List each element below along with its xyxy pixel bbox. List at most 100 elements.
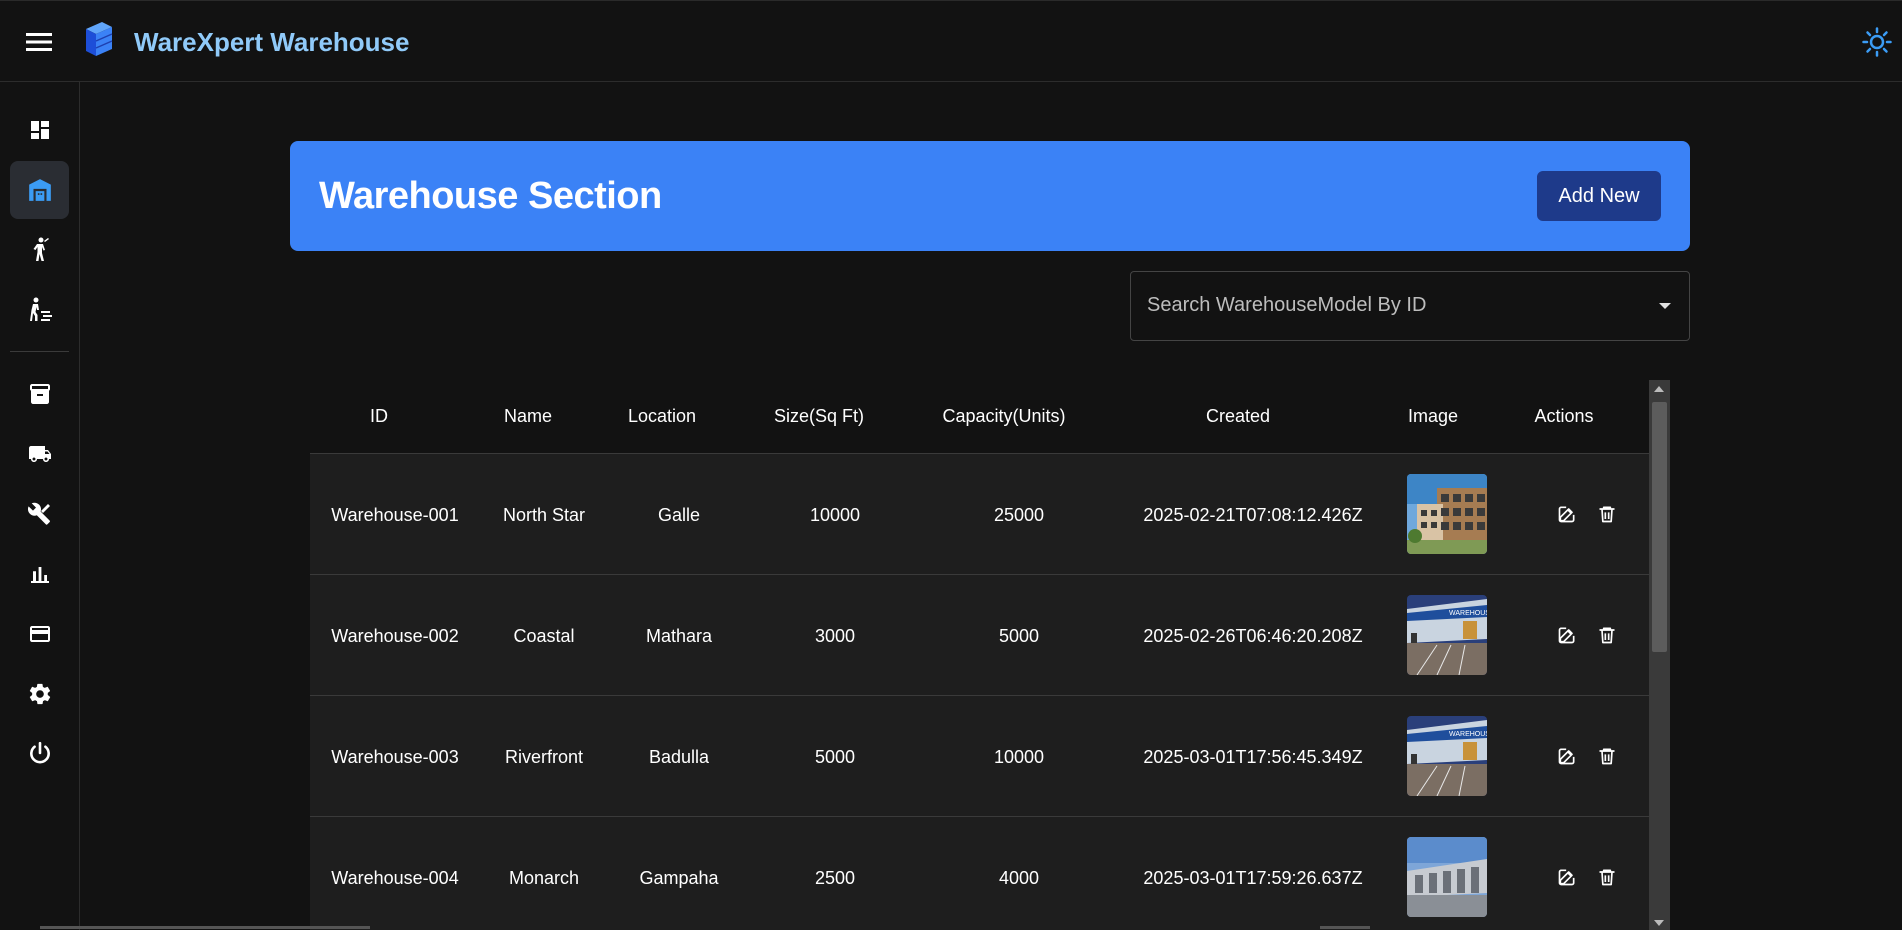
app-title: WareXpert Warehouse	[134, 27, 410, 57]
horizontal-scrollbar[interactable]	[40, 926, 370, 929]
cell-size: 10000	[809, 505, 861, 525]
cell-name: Monarch	[508, 868, 580, 888]
edit-icon	[1558, 506, 1575, 523]
cell-created: 2025-02-21T07:08:12.426Z	[1143, 505, 1363, 525]
column-header-size: Size(Sq Ft)	[773, 406, 865, 426]
add-new-button[interactable]: Add New	[1537, 171, 1661, 221]
sidebar-item-dashboard[interactable]	[10, 101, 69, 159]
trash-icon	[1599, 748, 1615, 765]
bar-chart-icon	[30, 567, 49, 583]
cell-location: Galle	[657, 505, 701, 525]
theme-toggle-button[interactable]	[1860, 23, 1894, 61]
sun-icon	[1862, 27, 1892, 57]
menu-button[interactable]	[22, 27, 56, 57]
staff-icon	[33, 237, 49, 261]
sidebar-item-warehouse[interactable]	[10, 161, 69, 219]
table-scrollbar[interactable]	[1649, 380, 1670, 930]
warehouse-table: ID Name Location Size(Sq Ft) Capacity(Un…	[310, 380, 1670, 930]
sidebar-item-logout[interactable]	[10, 725, 69, 783]
cell-created: 2025-03-01T17:56:45.349Z	[1143, 747, 1363, 767]
dropdown-arrow-icon[interactable]	[1659, 303, 1671, 309]
cell-name: Coastal	[513, 626, 575, 646]
logo-icon	[82, 19, 116, 59]
table-row: Warehouse-003 Riverfront Badulla 5000 10…	[310, 696, 1650, 817]
warehouse-thumbnail[interactable]	[1407, 474, 1487, 554]
truck-icon	[28, 446, 51, 462]
dashboard-icon	[30, 121, 49, 139]
svg-text:WAREHOUSE: WAREHOUSE	[1449, 731, 1487, 738]
warehouse-thumbnail[interactable]: WAREHOUSE	[1407, 716, 1487, 796]
trash-icon	[1599, 869, 1615, 886]
table-row: Warehouse-002 Coastal Mathara 3000 5000 …	[310, 575, 1650, 696]
sidebar-item-staff[interactable]	[10, 221, 69, 279]
logistics-staff-icon	[29, 297, 52, 321]
sidebar-item-logistics[interactable]	[10, 281, 69, 339]
cell-id: Warehouse-001	[331, 505, 459, 525]
scrollbar-thumb[interactable]	[1652, 402, 1667, 652]
table-header: ID Name Location Size(Sq Ft) Capacity(Un…	[310, 380, 1650, 454]
column-header-actions: Actions	[1534, 406, 1594, 426]
warehouse-thumbnail[interactable]	[1407, 837, 1487, 917]
table-row: Warehouse-004 Monarch Gampaha 2500 4000 …	[310, 817, 1650, 930]
cell-location: Gampaha	[639, 868, 719, 888]
horizontal-scrollbar-segment[interactable]	[1320, 926, 1370, 929]
sidebar-item-vehicles[interactable]	[10, 425, 69, 483]
cell-capacity: 5000	[998, 626, 1040, 646]
cell-id: Warehouse-004	[331, 868, 459, 888]
cell-capacity: 10000	[993, 747, 1045, 767]
sidebar-divider	[10, 351, 69, 352]
sidebar-item-reports[interactable]	[10, 545, 69, 603]
sidebar-item-inventory[interactable]	[10, 365, 69, 423]
sidebar-item-payments[interactable]	[10, 605, 69, 663]
edit-button[interactable]	[1556, 745, 1578, 767]
column-header-id: ID	[370, 406, 388, 426]
table-row: Warehouse-001 North Star Galle 10000 250…	[310, 454, 1650, 575]
delete-button[interactable]	[1596, 503, 1618, 525]
sidebar-item-settings[interactable]	[10, 665, 69, 723]
cell-location: Badulla	[648, 747, 710, 767]
cell-created: 2025-02-26T06:46:20.208Z	[1143, 626, 1363, 646]
section-header: Warehouse Section Add New	[290, 141, 1690, 251]
scroll-up-arrow-icon[interactable]	[1654, 386, 1664, 392]
cell-id: Warehouse-003	[331, 747, 459, 767]
edit-icon	[1558, 748, 1575, 765]
sidebar	[0, 82, 80, 930]
edit-button[interactable]	[1556, 866, 1578, 888]
edit-icon	[1558, 869, 1575, 886]
search-input[interactable]	[1147, 294, 1627, 317]
svg-text:WAREHOUSE: WAREHOUSE	[1449, 610, 1487, 617]
delete-button[interactable]	[1596, 624, 1618, 646]
column-header-created: Created	[1205, 406, 1271, 426]
cell-created: 2025-03-01T17:59:26.637Z	[1143, 868, 1363, 888]
edit-button[interactable]	[1556, 624, 1578, 646]
page-title: Warehouse Section	[319, 175, 662, 217]
edit-button[interactable]	[1556, 503, 1578, 525]
column-header-capacity: Capacity(Units)	[942, 406, 1066, 426]
warehouse-thumbnail[interactable]: WAREHOUSE	[1407, 595, 1487, 675]
cell-capacity: 25000	[993, 505, 1045, 525]
sidebar-item-equipment[interactable]	[10, 485, 69, 543]
cell-name: North Star	[502, 505, 586, 525]
settings-icon	[29, 683, 50, 705]
column-header-location: Location	[627, 406, 697, 426]
cell-capacity: 4000	[998, 868, 1040, 888]
cell-size: 3000	[814, 626, 856, 646]
delete-button[interactable]	[1596, 745, 1618, 767]
cell-size: 2500	[814, 868, 856, 888]
column-header-name: Name	[503, 406, 553, 426]
tools-icon	[27, 502, 50, 525]
trash-icon	[1599, 627, 1615, 644]
delete-button[interactable]	[1596, 866, 1618, 888]
scroll-down-arrow-icon[interactable]	[1654, 920, 1664, 926]
search-select[interactable]	[1130, 271, 1690, 341]
inventory-icon	[29, 384, 50, 404]
app-bar: WareXpert Warehouse	[0, 0, 1902, 82]
hamburger-icon	[26, 33, 52, 51]
column-header-image: Image	[1407, 406, 1459, 426]
cell-name: Riverfront	[504, 747, 584, 767]
credit-card-icon	[29, 626, 50, 642]
warehouse-icon	[28, 179, 51, 201]
cell-id: Warehouse-002	[331, 626, 459, 646]
cell-size: 5000	[814, 747, 856, 767]
cell-location: Mathara	[645, 626, 713, 646]
